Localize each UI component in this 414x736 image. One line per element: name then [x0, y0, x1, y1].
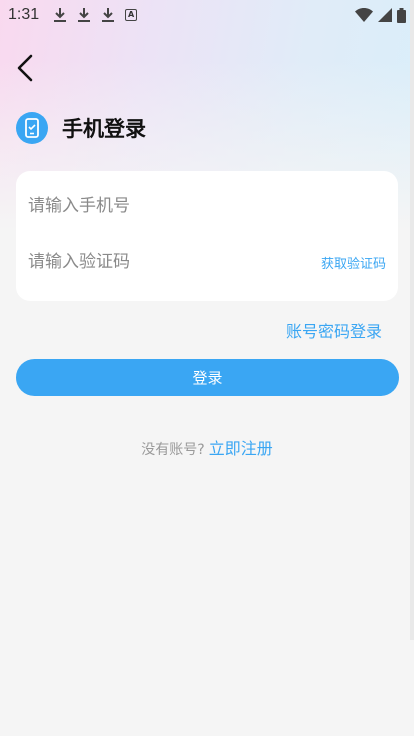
- signal-icon: [378, 8, 392, 22]
- battery-icon: [397, 7, 406, 23]
- get-code-button[interactable]: 获取验证码: [321, 253, 386, 272]
- login-form-card: 获取验证码: [16, 171, 398, 301]
- status-time: 1:31: [8, 6, 40, 23]
- register-hint: 没有账号?: [141, 442, 205, 458]
- download-icon: [101, 7, 115, 23]
- register-row: 没有账号? 立即注册: [0, 435, 414, 459]
- status-system-icons: [355, 7, 406, 23]
- scrollbar[interactable]: [410, 0, 414, 640]
- back-button[interactable]: [10, 52, 40, 84]
- verification-code-input[interactable]: [28, 252, 321, 272]
- a-notification-icon: A: [125, 9, 138, 21]
- phone-field-row: [16, 178, 398, 234]
- page-title: 手机登录: [62, 117, 146, 141]
- download-icon: [77, 7, 91, 23]
- wifi-icon: [355, 8, 373, 22]
- page-title-row: 手机登录: [16, 112, 146, 144]
- register-link[interactable]: 立即注册: [209, 435, 273, 459]
- password-login-link[interactable]: 账号密码登录: [286, 318, 382, 342]
- status-bar: 1:31 A: [0, 0, 414, 30]
- login-button[interactable]: 登录: [16, 359, 399, 396]
- status-notification-icons: A: [53, 7, 138, 23]
- phone-check-icon: [16, 112, 48, 144]
- code-field-row: 获取验证码: [16, 234, 398, 290]
- phone-input[interactable]: [28, 196, 386, 216]
- chevron-left-icon: [17, 54, 33, 82]
- download-icon: [53, 7, 67, 23]
